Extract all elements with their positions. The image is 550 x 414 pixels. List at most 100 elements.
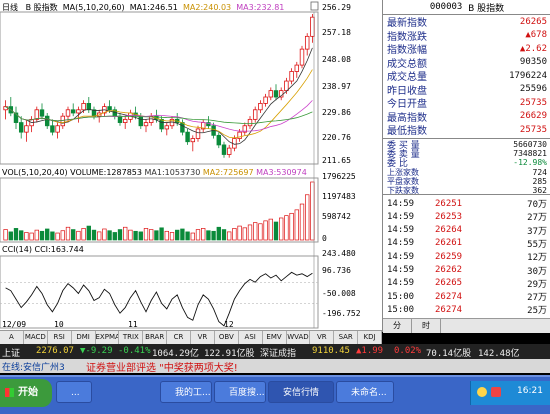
indicator-tab[interactable]: SAR (334, 331, 359, 345)
trade-time: 14:59 (387, 238, 415, 249)
trade-time: 14:59 (387, 211, 415, 222)
quote-value: 26265 (519, 16, 547, 27)
volume-bar (164, 230, 169, 241)
price-axis-label: 248.08 (322, 55, 351, 64)
tray-icon[interactable] (491, 387, 501, 397)
volume-bar (50, 231, 55, 241)
volume-bar (13, 228, 19, 241)
tray-icon[interactable] (477, 387, 487, 397)
indicator-tab[interactable]: A (0, 331, 24, 345)
indicator-tab[interactable]: KDJ (358, 331, 382, 345)
quote-value: 25735 (519, 97, 547, 108)
stat-value: 5660730 (513, 140, 547, 149)
indicator-tab[interactable]: VR (310, 331, 335, 345)
indicator-tab[interactable]: EXPMA (96, 331, 120, 345)
candle-body (284, 80, 289, 92)
indicator-tab[interactable]: BRAR (143, 331, 168, 345)
start-button[interactable]: 开始 (0, 379, 52, 407)
taskbar-item-untitled[interactable]: 未命名... (336, 381, 394, 403)
kline-chart-svg[interactable] (0, 0, 382, 330)
candle-body (24, 125, 29, 133)
stock-name: B 股指数 (25, 3, 58, 12)
tab-fen[interactable]: 分 (383, 319, 412, 333)
candle-body (117, 115, 123, 123)
trade-volume: 55万 (527, 239, 547, 250)
cci-axis-label: -196.752 (322, 309, 361, 318)
volume-bar (102, 228, 107, 241)
date-axis-label: 10 (54, 320, 64, 329)
indicator-tab[interactable]: DMI (72, 331, 96, 345)
price-panel-frame (0, 11, 319, 165)
trade-row: 14:59 26264 37万 (387, 224, 547, 237)
volume-bar (123, 226, 128, 241)
kline-chart-panel[interactable]: 日线 B 股指数 MA(5,10,20,60) MA1:246.51 MA2:2… (0, 0, 382, 345)
volume-bar (190, 232, 195, 241)
volume-bar (201, 228, 206, 241)
stock-title: B 股指数 (468, 3, 505, 14)
trade-price: 26265 (435, 278, 463, 289)
quote-row: 最高指数 26629 (387, 110, 547, 124)
volume-bar (180, 228, 185, 241)
quote-row: 最低指数 25735 (387, 123, 547, 138)
volume-ma2: MA2:725697 (202, 168, 254, 177)
trade-volume: 27万 (527, 213, 547, 224)
indicator-tab[interactable]: CR (167, 331, 191, 345)
trade-price: 26259 (435, 251, 463, 262)
trade-row: 14:59 26262 30万 (387, 264, 547, 277)
taskbar-item-my-computer[interactable]: 我的工... (160, 381, 212, 403)
marquee-text[interactable]: 证券营业部评选 "中奖获两项大奖! (86, 359, 238, 374)
candle-body (299, 48, 305, 66)
windows-logo-icon (5, 388, 14, 397)
news-marquee: 在线:安信广州3 证券营业部评选 "中奖获两项大奖! (0, 359, 550, 374)
volume-bar (149, 229, 154, 241)
indicator-tab[interactable]: VR (191, 331, 215, 345)
trade-row: 15:00 26274 27万 (387, 290, 547, 304)
trade-time: 14:59 (387, 265, 415, 275)
volume-bar (185, 231, 190, 241)
stat-value: 285 (532, 176, 547, 186)
candle-body (39, 109, 45, 117)
indicator-tab[interactable]: WVAD (287, 331, 311, 345)
candle-body (273, 90, 279, 98)
indicator-tab[interactable]: MACD (24, 331, 48, 345)
sz-percent: 0.02% (394, 346, 422, 356)
candle-body (138, 115, 144, 127)
volume-bar (279, 217, 284, 241)
taskbar-item-baidu[interactable]: 百度搜... (214, 381, 266, 403)
volume-bar (24, 232, 29, 241)
indicator-tab[interactable]: EMV (263, 331, 287, 345)
cci-axis-label: -50.008 (322, 289, 356, 298)
volume-bar (175, 229, 180, 241)
quote-value: 25596 (519, 84, 547, 94)
date-axis-label: 12/09 (2, 320, 27, 329)
candle-body (180, 122, 185, 133)
stat-value: -12.98% (513, 158, 547, 168)
indicator-tab[interactable]: TRIX (119, 331, 144, 345)
sz-volume: 142.48亿 (478, 349, 520, 359)
quote-row: 成交总量 1796224 (387, 69, 547, 84)
volume-bar (97, 231, 102, 241)
volume-bar (143, 228, 149, 241)
indicator-tab[interactable]: RSI (48, 331, 72, 345)
sh-change: ▼-9.29 (80, 346, 113, 356)
volume-bar (237, 225, 242, 241)
sz-amount: 70.14亿股 (426, 349, 472, 359)
tab-shi[interactable]: 时 (412, 319, 441, 333)
volume-bar (55, 232, 60, 241)
volume-bar (133, 230, 138, 241)
indicator-tab[interactable]: ASI (239, 331, 263, 345)
candle-body (122, 118, 128, 123)
price-axis-label: 229.86 (322, 108, 351, 117)
candle-body (216, 134, 222, 146)
taskbar-item-1[interactable]: ... (56, 381, 92, 403)
trade-time: 14:59 (387, 225, 415, 236)
quote-tabs: 分 时 (383, 318, 550, 333)
date-axis-label: 12 (224, 320, 234, 329)
volume-bar (154, 230, 159, 241)
trade-row: 14:59 26251 70万 (387, 197, 547, 211)
volume-bar (242, 227, 247, 241)
volume-axis-label: 1197483 (322, 192, 356, 201)
indicator-tab[interactable]: OBV (215, 331, 239, 345)
taskbar-item-anxin[interactable]: 安信行情 (268, 381, 334, 403)
candle-body (81, 103, 86, 111)
